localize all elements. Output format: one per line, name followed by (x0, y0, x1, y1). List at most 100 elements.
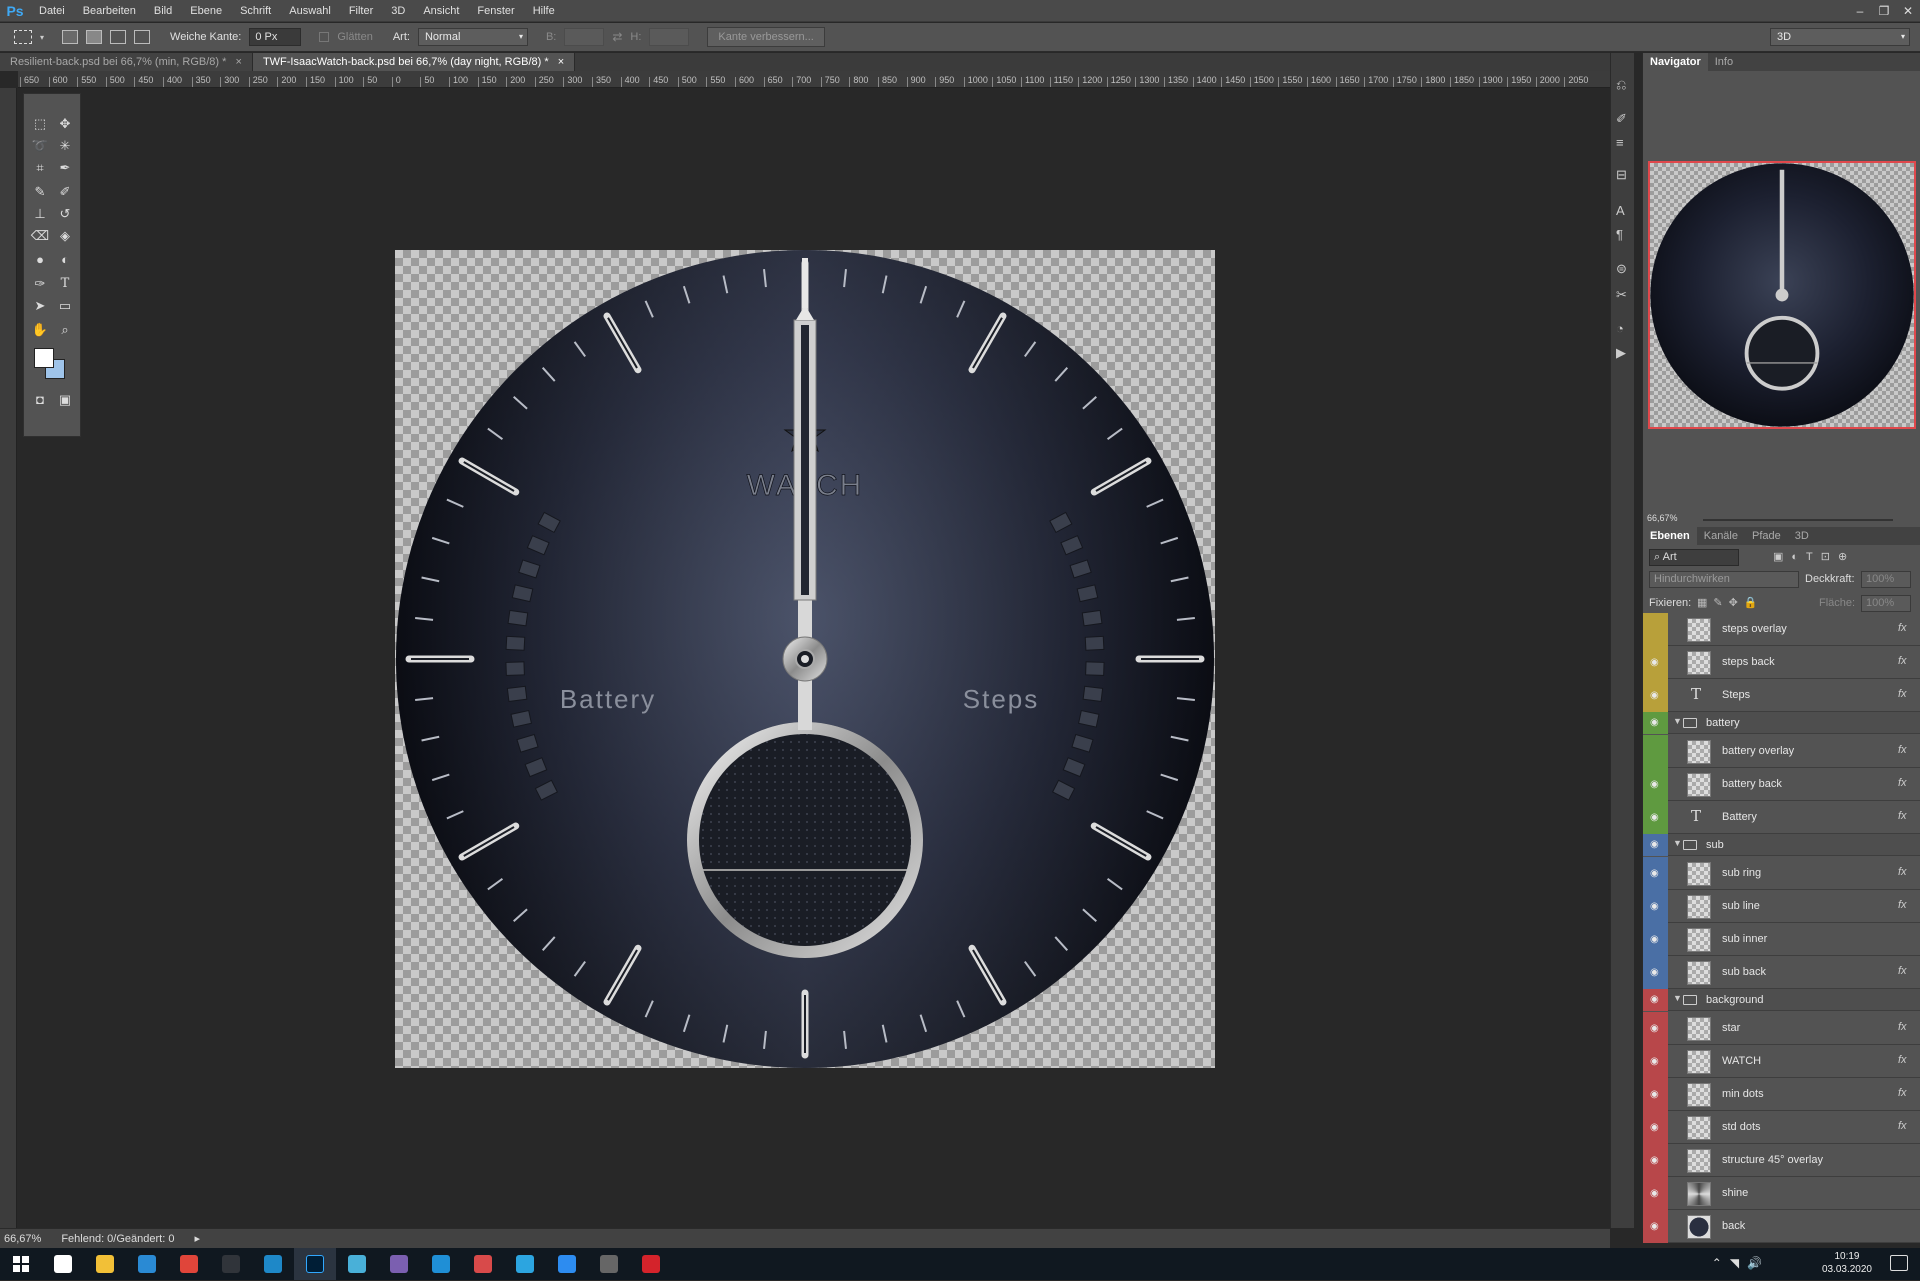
menu-bild[interactable]: Bild (145, 0, 181, 22)
visibility-eye-icon[interactable]: ◉ (1650, 657, 1659, 668)
eraser-tool-icon[interactable]: ⌫ (29, 226, 51, 246)
layer-row[interactable]: ◉ T Battery fx (1643, 801, 1920, 834)
close-icon[interactable]: × (236, 56, 242, 68)
selection-intersect-icon[interactable] (134, 30, 151, 44)
tab-navigator[interactable]: Navigator (1643, 53, 1708, 71)
visibility-eye-icon[interactable]: ◉ (1650, 1155, 1659, 1166)
layer-row[interactable]: ◉ sub back fx (1643, 956, 1920, 989)
foreground-color-swatch[interactable] (34, 348, 54, 368)
marquee-tool-icon[interactable]: ⬚ (29, 114, 51, 134)
visibility-eye-icon[interactable]: ◉ (1650, 812, 1659, 823)
tab-layers[interactable]: Ebenen (1643, 527, 1697, 545)
tab-paths[interactable]: Pfade (1745, 527, 1788, 545)
app-dark-icon[interactable] (210, 1248, 252, 1280)
selection-new-icon[interactable] (62, 30, 79, 44)
history-brush-icon[interactable]: ↺ (54, 204, 76, 224)
layer-effects-icon[interactable]: fx (1898, 622, 1907, 634)
lock-icons[interactable]: ▦✎✥🔒 (1697, 596, 1764, 609)
layer-row[interactable]: battery overlay fx (1643, 735, 1920, 768)
explorer-icon[interactable] (84, 1248, 126, 1280)
layer-row[interactable]: ◉ T Steps fx (1643, 679, 1920, 712)
tools-icon[interactable]: ✂ (1616, 287, 1627, 303)
notification-icon[interactable] (1890, 1255, 1908, 1271)
telegram-icon[interactable] (504, 1248, 546, 1280)
layer-effects-icon[interactable]: fx (1898, 1054, 1907, 1066)
visibility-eye-icon[interactable]: ◉ (1650, 717, 1659, 728)
visibility-eye-icon[interactable]: ◉ (1650, 1056, 1659, 1067)
layer-group[interactable]: ◉ ▼ sub (1643, 834, 1920, 856)
adjustments-icon[interactable]: ≡ (1616, 135, 1624, 150)
visibility-eye-icon[interactable]: ◉ (1650, 994, 1659, 1005)
properties-icon[interactable]: ⊟ (1616, 167, 1627, 183)
blur-tool-icon[interactable]: ● (29, 250, 51, 270)
windows-start-icon[interactable] (0, 1248, 42, 1280)
healing-brush-icon[interactable]: ✎ (29, 182, 51, 202)
styles-icon[interactable]: ◔ (1616, 321, 1624, 336)
expand-arrow-icon[interactable]: ▼ (1673, 993, 1682, 1003)
blend-mode-select[interactable]: Hindurchwirken (1649, 571, 1799, 588)
expand-arrow-icon[interactable]: ▼ (1673, 838, 1682, 848)
hand-tool-icon[interactable]: ✋ (29, 320, 51, 340)
height-input[interactable] (649, 28, 690, 46)
menu-filter[interactable]: Filter (340, 0, 382, 22)
feather-input[interactable]: 0 Px (249, 28, 302, 46)
layer-effects-icon[interactable]: fx (1898, 1120, 1907, 1132)
actions-icon[interactable]: ▶ (1616, 345, 1626, 361)
layer-row[interactable]: ◉ min dots fx (1643, 1078, 1920, 1111)
menu-schrift[interactable]: Schrift (231, 0, 280, 22)
menu-hilfe[interactable]: Hilfe (524, 0, 564, 22)
tab-info[interactable]: Info (1708, 53, 1740, 71)
brush-tool-icon[interactable]: ✐ (54, 182, 76, 202)
mic-icon[interactable] (588, 1248, 630, 1280)
navigator-zoom[interactable]: 66,67% (1647, 513, 1678, 523)
dots-icon[interactable] (462, 1248, 504, 1280)
shape-tool-icon[interactable]: ▭ (54, 296, 76, 316)
workspace-select[interactable]: 3D ▾ (1770, 28, 1910, 46)
chevron-down-icon[interactable]: ▾ (40, 33, 44, 42)
menu-fenster[interactable]: Fenster (468, 0, 523, 22)
layer-effects-icon[interactable]: fx (1898, 965, 1907, 977)
paragraph-icon[interactable]: ¶ (1616, 227, 1623, 242)
layer-row[interactable]: ◉ shine (1643, 1177, 1920, 1210)
minimize-button[interactable]: – (1848, 0, 1872, 22)
eyedropper-icon[interactable]: ✒ (54, 158, 76, 178)
dodge-tool-icon[interactable]: ◐ (54, 250, 76, 270)
menu-3d[interactable]: 3D (382, 0, 414, 22)
restore-button[interactable]: ❐ (1872, 0, 1896, 22)
messenger-icon[interactable] (546, 1248, 588, 1280)
stamp-tool-icon[interactable]: ⊥ (29, 204, 51, 224)
layer-row[interactable]: ◉ star fx (1643, 1012, 1920, 1045)
close-icon[interactable]: × (558, 56, 564, 68)
visibility-eye-icon[interactable]: ◉ (1650, 779, 1659, 790)
status-zoom[interactable]: 66,67% (4, 1233, 41, 1245)
layer-row[interactable]: ◉ back (1643, 1210, 1920, 1243)
screen-mode-icon[interactable]: ▣ (54, 390, 76, 410)
layer-effects-icon[interactable]: fx (1898, 1021, 1907, 1033)
layer-row[interactable]: ◉ WATCH fx (1643, 1045, 1920, 1078)
brush-presets-icon[interactable]: ✐ (1616, 111, 1627, 127)
navigator-preview[interactable] (1648, 161, 1916, 429)
refine-edge-button[interactable]: Kante verbessern... (707, 27, 825, 47)
layer-row[interactable]: ◉ std dots fx (1643, 1111, 1920, 1144)
layer-row[interactable]: steps overlay fx (1643, 613, 1920, 646)
visibility-eye-icon[interactable]: ◉ (1650, 868, 1659, 879)
menu-ansicht[interactable]: Ansicht (414, 0, 468, 22)
layer-effects-icon[interactable]: fx (1898, 866, 1907, 878)
visibility-eye-icon[interactable]: ◉ (1650, 690, 1659, 701)
visibility-eye-icon[interactable]: ◉ (1650, 901, 1659, 912)
lasso-tool-icon[interactable]: ➰ (29, 136, 51, 156)
huawei-icon[interactable] (630, 1248, 672, 1280)
chrome-icon[interactable] (168, 1248, 210, 1280)
width-input[interactable] (564, 28, 605, 46)
layer-row[interactable]: ◉ structure 45° overlay (1643, 1144, 1920, 1177)
tab-isaacwatch[interactable]: TWF-IsaacWatch-back.psd bei 66,7% (day n… (252, 53, 576, 71)
layer-effects-icon[interactable]: fx (1898, 810, 1907, 822)
menu-bearbeiten[interactable]: Bearbeiten (74, 0, 145, 22)
browser-icon[interactable] (420, 1248, 462, 1280)
selection-add-icon[interactable] (86, 30, 103, 44)
task-view-icon[interactable] (42, 1248, 84, 1280)
layer-effects-icon[interactable]: fx (1898, 744, 1907, 756)
layer-row[interactable]: ◉ steps back fx (1643, 646, 1920, 679)
layer-effects-icon[interactable]: fx (1898, 655, 1907, 667)
type-tool-icon[interactable]: T (54, 274, 76, 294)
